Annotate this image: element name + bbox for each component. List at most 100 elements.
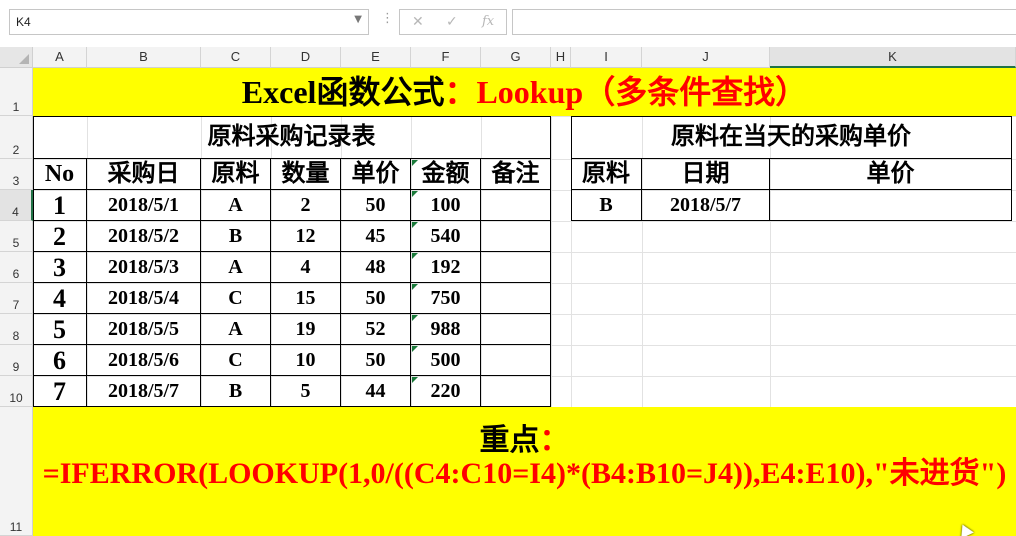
row-header-7[interactable]: 7	[0, 283, 33, 314]
row-header-3[interactable]: 3	[0, 159, 33, 190]
header-material[interactable]: 原料	[201, 159, 271, 190]
purchase-unit-price-cell[interactable]: 48	[341, 252, 411, 283]
purchase-quantity-cell[interactable]: 15	[271, 283, 341, 314]
purchase-material-cell[interactable]: B	[201, 376, 271, 407]
purchase-unit-price-cell[interactable]: 50	[341, 283, 411, 314]
insert-function-icon[interactable]: fx	[482, 14, 494, 29]
purchase-remark-cell[interactable]	[481, 345, 551, 376]
lookup-header-material[interactable]: 原料	[571, 159, 642, 190]
formula-indicator-icon	[412, 346, 418, 352]
purchase-date-cell[interactable]: 2018/5/3	[87, 252, 201, 283]
header-quantity[interactable]: 数量	[271, 159, 341, 190]
purchase-no-cell[interactable]: 4	[33, 283, 87, 314]
purchase-no-cell[interactable]: 5	[33, 314, 87, 345]
column-header-h[interactable]: H	[551, 47, 571, 68]
header-purchase-date[interactable]: 采购日	[87, 159, 201, 190]
purchase-amount-cell[interactable]: 500	[411, 345, 481, 376]
column-header-e[interactable]: E	[341, 47, 411, 68]
row-header-8[interactable]: 8	[0, 314, 33, 345]
purchase-no-cell[interactable]: 2	[33, 221, 87, 252]
header-unit-price[interactable]: 单价	[341, 159, 411, 190]
lookup-header-date[interactable]: 日期	[642, 159, 770, 190]
purchase-remark-cell[interactable]	[481, 314, 551, 345]
formula-indicator-icon	[412, 191, 418, 197]
column-header-b[interactable]: B	[87, 47, 201, 68]
column-header-g[interactable]: G	[481, 47, 551, 68]
row-header-6[interactable]: 6	[0, 252, 33, 283]
select-all-button[interactable]	[0, 47, 33, 68]
purchase-unit-price-cell[interactable]: 50	[341, 345, 411, 376]
purchase-date-cell[interactable]: 2018/5/4	[87, 283, 201, 314]
purchase-remark-cell[interactable]	[481, 190, 551, 221]
lookup-unit-price-cell[interactable]	[770, 190, 1012, 221]
purchase-material-cell[interactable]: A	[201, 190, 271, 221]
purchase-amount-cell[interactable]: 988	[411, 314, 481, 345]
title-sub: ：Lookup（多条件查找）	[444, 74, 808, 110]
header-amount[interactable]: 金额	[411, 159, 481, 190]
lookup-header-unit-price[interactable]: 单价	[770, 159, 1012, 190]
lookup-material-cell[interactable]: B	[571, 190, 642, 221]
enter-icon[interactable]: ✓	[446, 14, 458, 30]
column-header-d[interactable]: D	[271, 47, 341, 68]
purchase-material-cell[interactable]: A	[201, 314, 271, 345]
purchase-amount-cell[interactable]: 192	[411, 252, 481, 283]
purchase-quantity-cell[interactable]: 2	[271, 190, 341, 221]
column-header-i[interactable]: I	[571, 47, 642, 68]
chevron-down-icon[interactable]: ▼	[354, 14, 362, 25]
purchase-no-cell[interactable]: 1	[33, 190, 87, 221]
purchase-table-caption[interactable]: 原料采购记录表	[33, 116, 551, 159]
row-header-2[interactable]: 2	[0, 116, 33, 159]
header-remark[interactable]: 备注	[481, 159, 551, 190]
row-header-1[interactable]: 1	[0, 68, 33, 116]
title-main: Excel函数公式	[241, 74, 445, 110]
purchase-date-cell[interactable]: 2018/5/1	[87, 190, 201, 221]
column-header-c[interactable]: C	[201, 47, 271, 68]
cancel-icon[interactable]: ✕	[412, 14, 424, 30]
column-header-j[interactable]: J	[642, 47, 770, 68]
purchase-unit-price-cell[interactable]: 44	[341, 376, 411, 407]
purchase-quantity-cell[interactable]: 19	[271, 314, 341, 345]
purchase-quantity-cell[interactable]: 12	[271, 221, 341, 252]
row-header-10[interactable]: 10	[0, 376, 33, 407]
lookup-date-cell[interactable]: 2018/5/7	[642, 190, 770, 221]
column-header-a[interactable]: A	[33, 47, 87, 68]
row-header-5[interactable]: 5	[0, 221, 33, 252]
purchase-date-cell[interactable]: 2018/5/6	[87, 345, 201, 376]
purchase-unit-price-cell[interactable]: 45	[341, 221, 411, 252]
header-no[interactable]: No	[33, 159, 87, 190]
purchase-material-cell[interactable]: B	[201, 221, 271, 252]
purchase-no-cell[interactable]: 7	[33, 376, 87, 407]
purchase-material-cell[interactable]: C	[201, 345, 271, 376]
more-options-icon[interactable]: ⋮	[381, 12, 394, 25]
column-header-f[interactable]: F	[411, 47, 481, 68]
purchase-remark-cell[interactable]	[481, 252, 551, 283]
purchase-amount-cell[interactable]: 750	[411, 283, 481, 314]
purchase-unit-price-cell[interactable]: 50	[341, 190, 411, 221]
purchase-no-cell[interactable]: 3	[33, 252, 87, 283]
purchase-material-cell[interactable]: C	[201, 283, 271, 314]
purchase-material-cell[interactable]: A	[201, 252, 271, 283]
purchase-date-cell[interactable]: 2018/5/5	[87, 314, 201, 345]
purchase-no-cell[interactable]: 6	[33, 345, 87, 376]
purchase-quantity-cell[interactable]: 5	[271, 376, 341, 407]
purchase-remark-cell[interactable]	[481, 376, 551, 407]
purchase-remark-cell[interactable]	[481, 221, 551, 252]
purchase-amount-cell[interactable]: 540	[411, 221, 481, 252]
purchase-amount-cell[interactable]: 220	[411, 376, 481, 407]
column-header-k[interactable]: K	[770, 47, 1016, 68]
lookup-table-caption[interactable]: 原料在当天的采购单价	[571, 116, 1012, 159]
row-header-11[interactable]: 11	[0, 407, 33, 536]
purchase-unit-price-cell[interactable]: 52	[341, 314, 411, 345]
purchase-date-cell[interactable]: 2018/5/7	[87, 376, 201, 407]
purchase-amount-cell[interactable]: 100	[411, 190, 481, 221]
formula-input[interactable]	[512, 9, 1016, 35]
purchase-remark-cell[interactable]	[481, 283, 551, 314]
purchase-date-cell[interactable]: 2018/5/2	[87, 221, 201, 252]
row-header-9[interactable]: 9	[0, 345, 33, 376]
row-header-4[interactable]: 4	[0, 190, 33, 221]
purchase-quantity-cell[interactable]: 10	[271, 345, 341, 376]
name-box[interactable]: K4 ▼	[9, 9, 369, 35]
formula-note: 重点： =IFERROR(LOOKUP(1,0/((C4:C10=I4)*(B4…	[33, 407, 1016, 536]
purchase-quantity-cell[interactable]: 4	[271, 252, 341, 283]
note-formula: =IFERROR(LOOKUP(1,0/((C4:C10=I4)*(B4:B10…	[42, 457, 1007, 490]
